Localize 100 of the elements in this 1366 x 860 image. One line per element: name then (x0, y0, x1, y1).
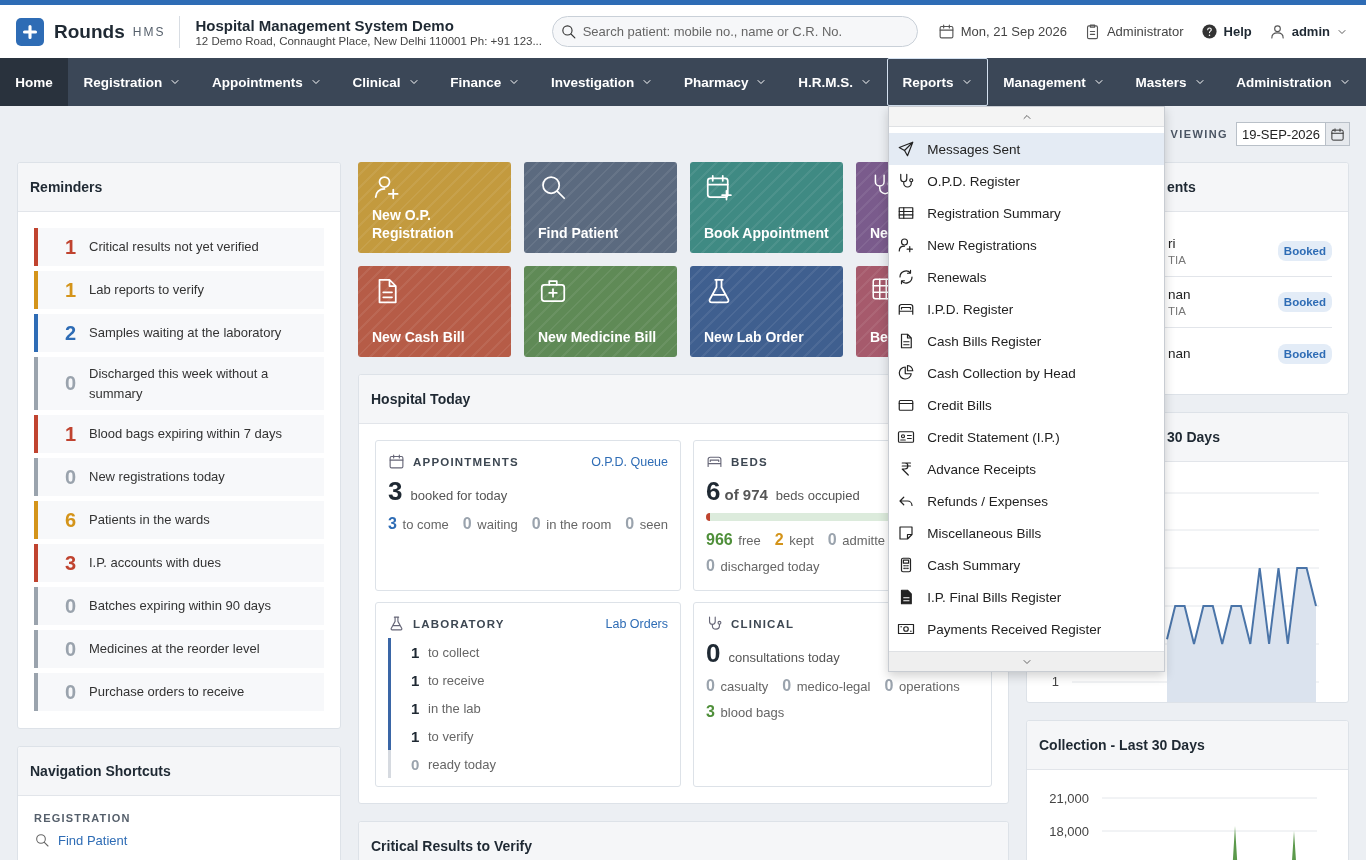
reminder-count: 0 (63, 372, 77, 395)
section-label: REGISTRATION (34, 812, 132, 824)
flask-icon (388, 615, 405, 632)
reminder-count: 1 (63, 422, 77, 446)
count-caption: consultations today (728, 650, 840, 665)
help-link[interactable]: Help (1200, 23, 1252, 40)
axis-label: 1 (1051, 674, 1059, 689)
reminder-count: 0 (63, 594, 77, 618)
reminder-text: Purchase orders to receive (89, 683, 246, 702)
menu-item[interactable]: Registration Summary (889, 197, 1165, 229)
nav-item[interactable]: Administration (1220, 58, 1366, 106)
shortcut-tile[interactable]: Book Appointment (690, 162, 843, 253)
patient-detail: TIA (1168, 305, 1187, 317)
menu-item[interactable]: New Registrations (889, 229, 1165, 261)
reminder-item[interactable]: 6 Patients in the wards (34, 501, 324, 539)
reminder-item[interactable]: 1 Lab reports to verify (34, 271, 324, 309)
user-menu[interactable]: admin (1268, 23, 1348, 40)
user-icon (1268, 23, 1286, 40)
calendar-button[interactable] (1326, 122, 1350, 146)
panel-title: Collection - Last 30 Days (1039, 737, 1205, 753)
menu-item[interactable]: Payments Received Register (889, 613, 1165, 645)
app-name: Rounds (54, 20, 125, 43)
reminder-count: 1 (63, 235, 77, 259)
reminder-item[interactable]: 1 Critical results not yet verified (34, 228, 324, 266)
card-link[interactable]: Lab Orders (605, 616, 669, 631)
reminder-item[interactable]: 0 Discharged this week without a summary (34, 357, 324, 410)
stat-figure: 0 waiting (462, 515, 518, 533)
stat-figure: 0 operations (884, 677, 960, 695)
shortcut-tile[interactable]: New Cash Bill (358, 266, 511, 357)
big-count: 6 (706, 476, 721, 507)
reminder-text: I.P. accounts with dues (89, 554, 222, 573)
card-link[interactable]: O.P.D. Queue (591, 454, 669, 469)
menu-item[interactable]: Credit Statement (I.P.) (889, 421, 1165, 453)
card-heading: APPOINTMENTS (413, 455, 519, 468)
menu-item[interactable]: Refunds / Expenses (889, 485, 1165, 517)
shortcut-tile[interactable]: New Medicine Bill (524, 266, 677, 357)
count-caption: beds occupied (775, 488, 860, 503)
nav-item[interactable]: Finance (434, 58, 536, 106)
stat-figure: 0 seen (625, 515, 669, 533)
nav-item[interactable]: Pharmacy (668, 58, 783, 106)
menu-item[interactable]: O.P.D. Register (889, 165, 1165, 197)
stat-figure: 3 blood bags (706, 703, 785, 721)
refresh-icon (897, 268, 916, 286)
panel-title: 30 Days (1167, 429, 1220, 445)
count-caption: booked for today (410, 488, 508, 503)
reminder-count: 2 (63, 321, 77, 345)
nav-item[interactable]: Registration (68, 58, 197, 106)
stat-label: ready today (428, 756, 496, 772)
nav-item[interactable]: Home (0, 58, 69, 106)
nav-item[interactable]: Management (988, 58, 1121, 106)
stat-figure: 3 to come (388, 515, 449, 533)
menu-item[interactable]: Cash Collection by Head (889, 357, 1165, 389)
stat-label: in the lab (428, 700, 481, 716)
reminder-text: Batches expiring within 90 days (89, 597, 273, 616)
search-field[interactable]: Search patient: mobile no., name or C.R. No. (551, 16, 918, 47)
menu-item[interactable]: Renewals (889, 261, 1165, 293)
menu-item[interactable]: Credit Bills (889, 389, 1165, 421)
menu-item[interactable]: Messages Sent (889, 133, 1165, 165)
reminder-item[interactable]: 0 Medicines at the reorder level (34, 630, 324, 668)
shortcut-tile[interactable]: New Lab Order (690, 266, 843, 357)
menu-item[interactable]: Miscellaneous Bills (889, 517, 1165, 549)
id-card-icon (897, 428, 916, 446)
search-icon (559, 23, 577, 40)
menu-item[interactable]: Advance Receipts (889, 453, 1165, 485)
nav-item[interactable]: H.R.M.S. (782, 58, 888, 106)
reminder-item[interactable]: 0 New registrations today (34, 458, 324, 496)
panel-title: Reminders (30, 179, 103, 195)
date-field[interactable]: 19-SEP-2026 (1236, 122, 1326, 146)
status-badge: Booked (1277, 241, 1332, 261)
stat-figure: 0 in the room (531, 515, 612, 533)
nav-item[interactable]: Investigation (535, 58, 669, 106)
shortcut-link[interactable]: Find Patient (34, 832, 128, 848)
reminder-item[interactable]: 0 Batches expiring within 90 days (34, 587, 324, 625)
nav-item[interactable]: Appointments (196, 58, 338, 106)
table-icon (897, 204, 916, 222)
reminder-item[interactable]: 3 I.P. accounts with dues (34, 544, 324, 582)
reminder-item[interactable]: 0 Purchase orders to receive (34, 673, 324, 711)
logo-icon[interactable] (16, 17, 44, 46)
stat-value: 1 (411, 643, 421, 661)
nav-item[interactable]: Reports (887, 58, 988, 106)
stat-figure: 0 discharged today (706, 557, 820, 575)
nav-item[interactable]: Clinical (337, 58, 435, 106)
menu-item[interactable]: Cash Bills Register (889, 325, 1165, 357)
menu-item[interactable]: I.P. Final Bills Register (889, 581, 1165, 613)
panel-title: Navigation Shortcuts (30, 763, 171, 779)
reminder-text: New registrations today (89, 468, 226, 487)
app-suffix: HMS (132, 24, 166, 39)
stethoscope-icon (706, 615, 724, 632)
reminder-count: 0 (63, 465, 77, 489)
reminder-item[interactable]: 2 Samples waiting at the laboratory (34, 314, 324, 352)
big-count: 3 (388, 476, 403, 507)
reminder-count: 1 (63, 278, 77, 302)
reminder-item[interactable]: 1 Blood bags expiring within 7 days (34, 415, 324, 453)
menu-item[interactable]: Cash Summary (889, 549, 1165, 581)
menu-item[interactable]: I.P.D. Register (889, 293, 1165, 325)
calendar-plus-icon (704, 172, 734, 202)
nav-item[interactable]: Masters (1120, 58, 1221, 106)
shortcut-tile[interactable]: Find Patient (524, 162, 677, 253)
current-date: Mon, 21 Sep 2026 (960, 24, 1067, 39)
panel-title: ents (1167, 179, 1196, 195)
